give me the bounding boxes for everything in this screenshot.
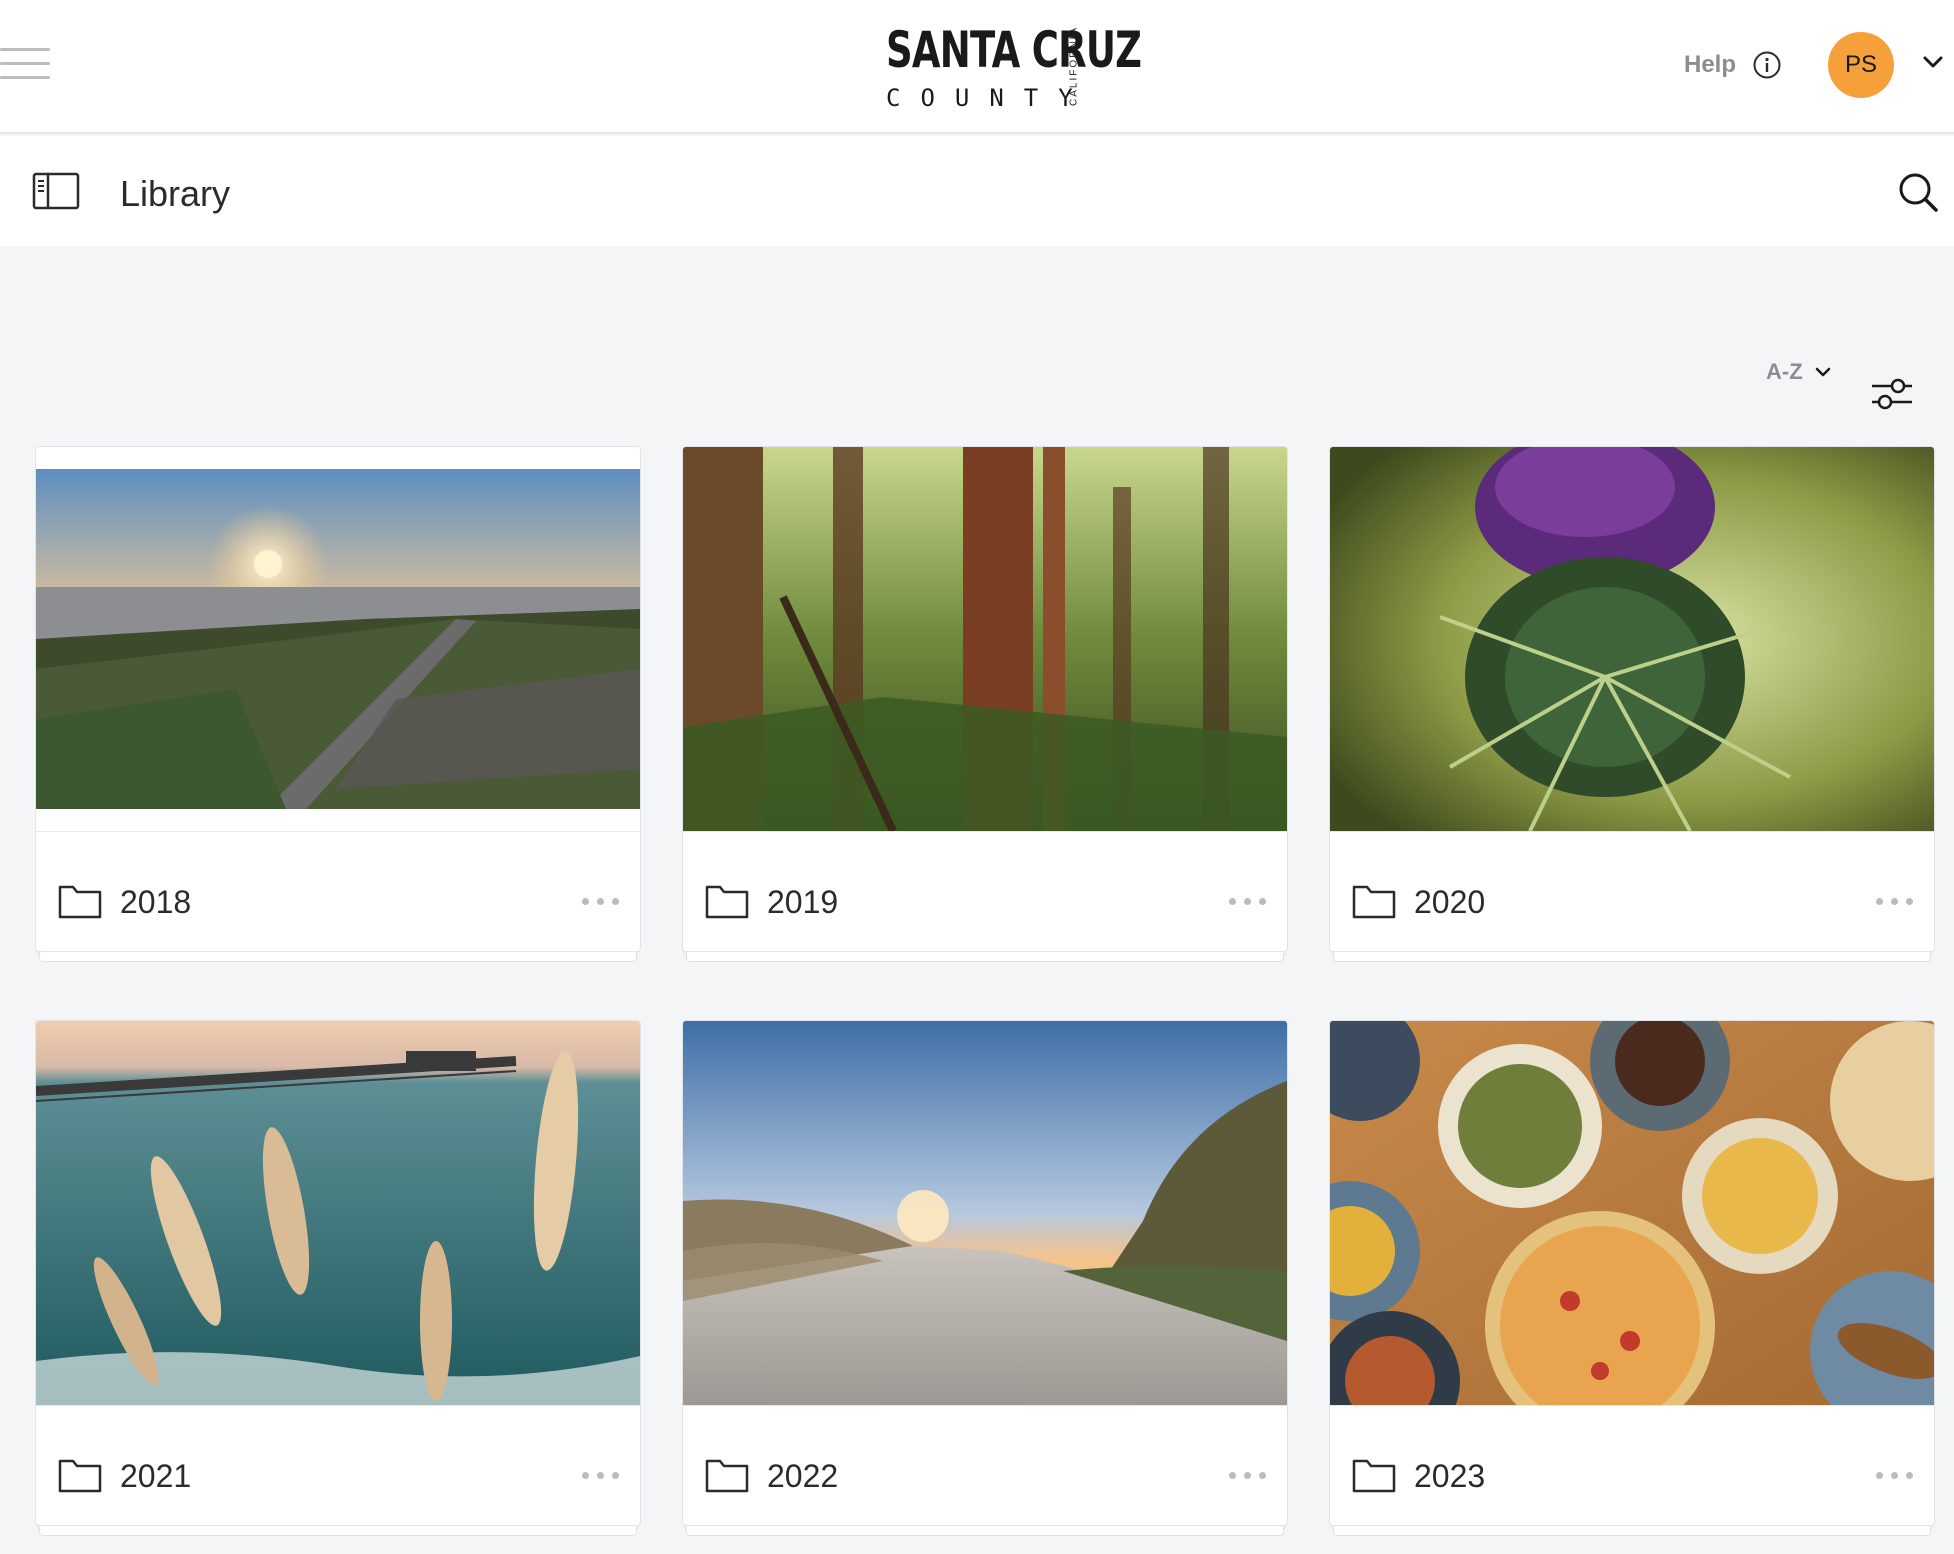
folder-label: 2018 bbox=[120, 884, 192, 920]
folder-icon bbox=[705, 1459, 749, 1493]
more-horizontal-icon[interactable] bbox=[1876, 893, 1914, 909]
folder-card-2021[interactable]: 2021 bbox=[35, 1020, 641, 1536]
more-horizontal-icon[interactable] bbox=[582, 893, 620, 909]
folder-label: 2023 bbox=[1414, 1458, 1486, 1494]
folder-card-2022[interactable]: 2022 bbox=[682, 1020, 1288, 1536]
folder-card-2023[interactable]: 2023 bbox=[1329, 1020, 1935, 1536]
more-horizontal-icon[interactable] bbox=[1229, 1467, 1267, 1483]
folder-icon bbox=[1352, 1459, 1396, 1493]
folder-label: 2020 bbox=[1414, 884, 1486, 920]
folder-card-2018[interactable]: 2018 bbox=[35, 446, 641, 962]
folder-label: 2019 bbox=[767, 884, 839, 920]
folder-grid: 2018 2019 2020 2021 2022 2023 bbox=[0, 0, 1954, 1554]
folder-icon bbox=[58, 1459, 102, 1493]
folder-card-2020[interactable]: 2020 bbox=[1329, 446, 1935, 962]
folder-thumbnail bbox=[683, 1021, 1287, 1405]
folder-thumbnail bbox=[683, 447, 1287, 831]
folder-label: 2022 bbox=[767, 1458, 839, 1494]
folder-card-2019[interactable]: 2019 bbox=[682, 446, 1288, 962]
folder-thumbnail bbox=[1330, 1021, 1934, 1405]
folder-icon bbox=[58, 885, 102, 919]
folder-label: 2021 bbox=[120, 1458, 192, 1494]
folder-thumbnail bbox=[1330, 447, 1934, 831]
more-horizontal-icon[interactable] bbox=[1229, 893, 1267, 909]
folder-icon bbox=[705, 885, 749, 919]
folder-icon bbox=[1352, 885, 1396, 919]
more-horizontal-icon[interactable] bbox=[1876, 1467, 1914, 1483]
folder-thumbnail bbox=[36, 1021, 640, 1405]
folder-thumbnail bbox=[36, 447, 640, 831]
more-horizontal-icon[interactable] bbox=[582, 1467, 620, 1483]
